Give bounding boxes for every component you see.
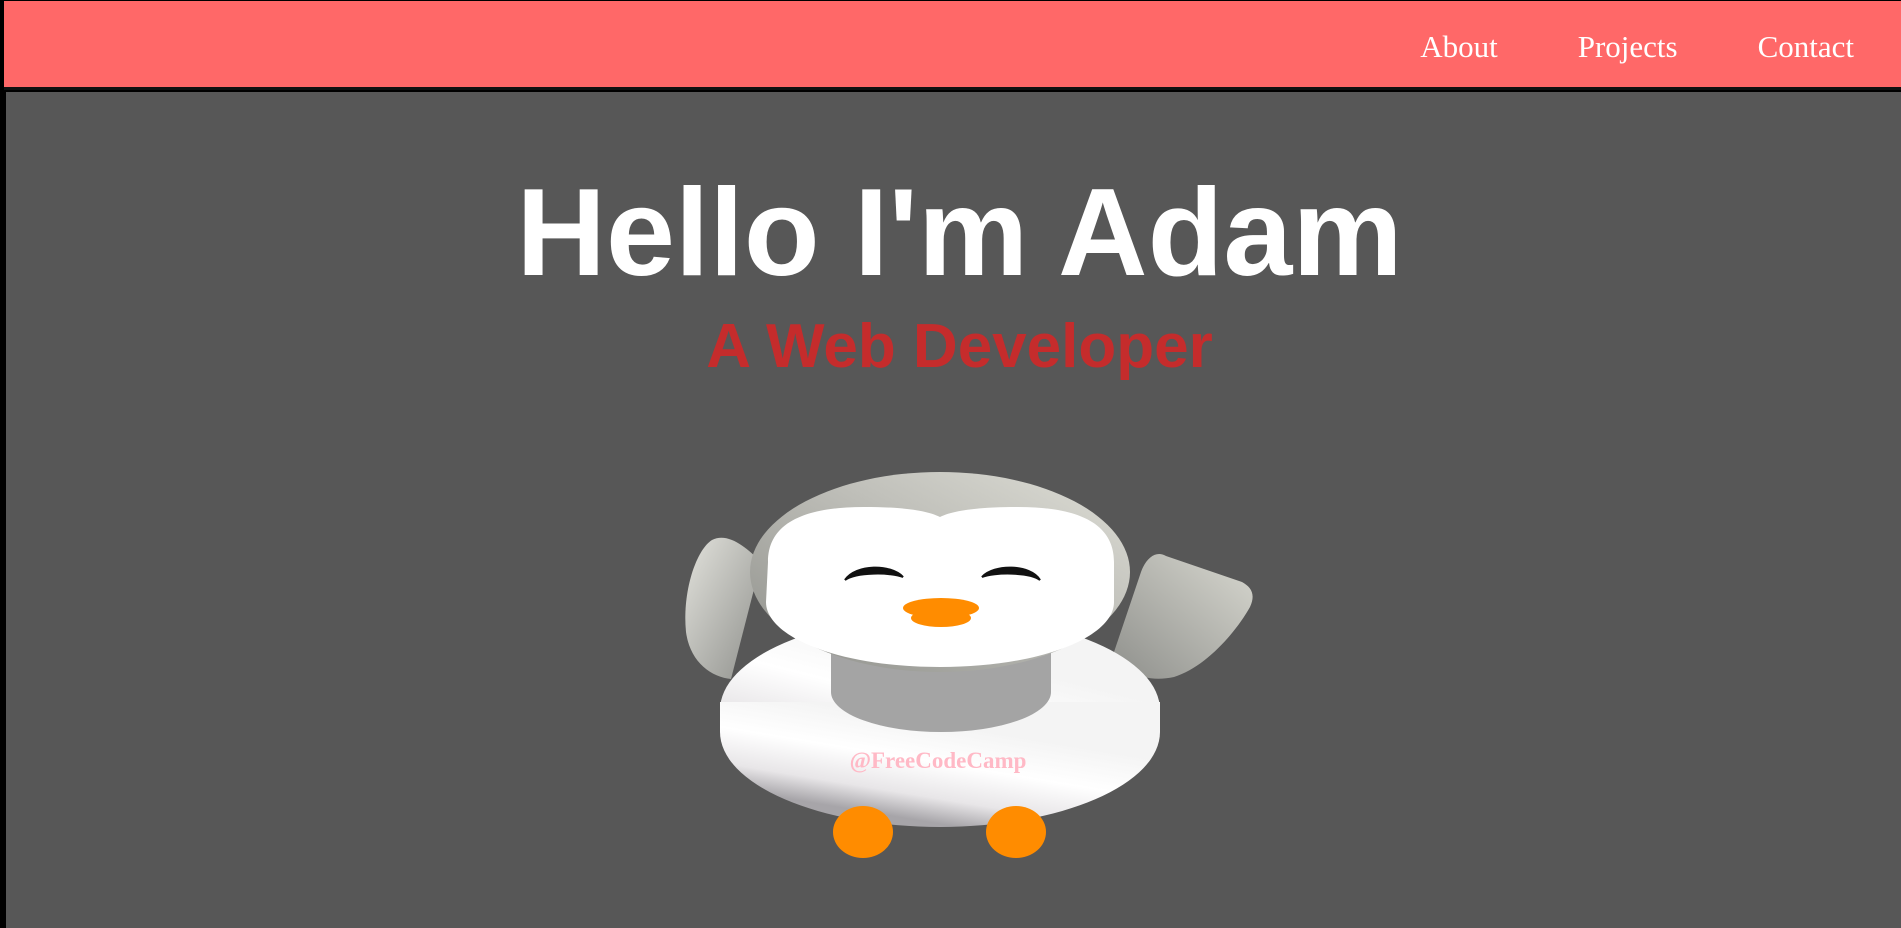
penguin-left-foot: [833, 806, 893, 858]
nav-link-contact[interactable]: Contact: [1758, 27, 1854, 67]
nav-link-projects[interactable]: Projects: [1578, 27, 1678, 67]
hero-section: Hello I'm Adam A Web Developer @FreeCode…: [6, 92, 1901, 928]
penguin-right-foot: [986, 806, 1046, 858]
nav-links: About Projects Contact: [1420, 27, 1854, 67]
penguin-face: [766, 507, 1114, 667]
page: About Projects Contact Hello I'm Adam A …: [0, 0, 1901, 928]
penguin-left-wing: [685, 537, 761, 679]
penguin-right-wing: [1114, 553, 1253, 679]
penguin-beak-bottom: [911, 609, 971, 627]
nav-link-about[interactable]: About: [1420, 27, 1498, 67]
penguin-illustration: @FreeCodeCamp: [685, 472, 1253, 858]
navbar: About Projects Contact: [4, 1, 1901, 90]
penguin-watermark: @FreeCodeCamp: [850, 748, 1027, 774]
